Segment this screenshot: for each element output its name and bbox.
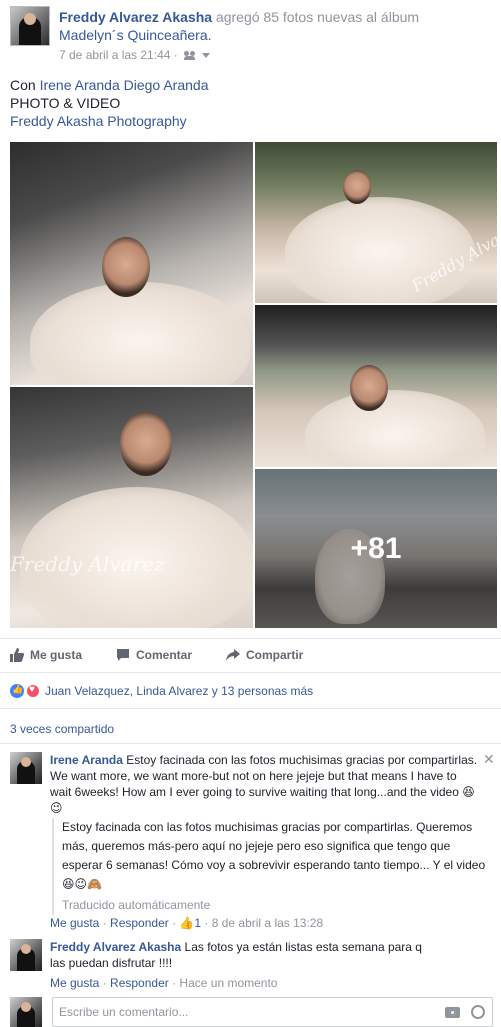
translation-emoji: 😆😉🙈	[62, 877, 102, 891]
smiley-icon[interactable]	[471, 1005, 485, 1019]
comment-reply-link[interactable]: Responder	[110, 976, 169, 990]
viewer-avatar	[10, 997, 42, 1027]
translation-text: Estoy facinada con las fotos muchisimas …	[62, 820, 486, 872]
post-meta: 7 de abril a las 21:44 ·	[59, 48, 210, 62]
photo-4[interactable]: Freddy Alvarez	[10, 387, 253, 628]
photo-2[interactable]: Freddy Alvarez	[255, 142, 497, 303]
people-icon	[183, 50, 196, 60]
share-label: Compartir	[246, 648, 304, 662]
comment-like-link[interactable]: Me gusta	[50, 976, 99, 990]
translated-label[interactable]: Traducido automáticamente	[62, 896, 488, 915]
post-line-2: PHOTO & VIDEO	[10, 95, 121, 111]
comment-composer[interactable]	[52, 997, 493, 1027]
shares-count[interactable]: 3 veces compartido	[10, 722, 114, 736]
share-icon	[226, 649, 240, 661]
post-action-text: agregó 85 fotos nuevas al álbum	[215, 9, 420, 25]
camera-icon[interactable]	[445, 1007, 460, 1018]
comment-meta: Me gusta · Responder · Hace un momento	[50, 976, 278, 990]
comment-text: Irene Aranda Estoy facinada con las foto…	[50, 752, 480, 816]
share-button[interactable]: Compartir	[226, 648, 303, 662]
reactions-text[interactable]: Juan Velazquez, Linda Alvarez y 13 perso…	[45, 684, 313, 698]
photo-5[interactable]: +81	[255, 469, 497, 628]
post-text: Con Irene Aranda Diego Aranda PHOTO & VI…	[10, 76, 208, 130]
like-button[interactable]: Me gusta	[10, 648, 82, 662]
like-icon	[10, 648, 24, 662]
comment-reply-link[interactable]: Responder	[110, 916, 169, 930]
divider	[0, 672, 501, 673]
comment-author[interactable]: Irene Aranda	[50, 753, 123, 767]
comment-input[interactable]	[59, 1004, 419, 1020]
close-icon[interactable]: ✕	[483, 751, 495, 768]
comment-text: Freddy Alvarez Akasha Las fotos ya están…	[50, 939, 430, 971]
more-photos-count: +81	[350, 531, 402, 565]
comment-meta: Me gusta · Responder · 👍1 · 8 de abril a…	[50, 916, 324, 930]
post-header: Freddy Alvarez Akasha agregó 85 fotos nu…	[0, 0, 501, 70]
love-reaction-icon	[26, 684, 40, 698]
divider	[0, 708, 501, 709]
divider	[0, 638, 501, 639]
chevron-down-icon[interactable]	[201, 52, 210, 58]
comment-label: Comentar	[136, 648, 193, 662]
author-avatar[interactable]	[10, 6, 50, 46]
comment-time[interactable]: Hace un momento	[179, 976, 277, 990]
like-label: Me gusta	[30, 648, 83, 662]
divider	[0, 743, 501, 744]
comment-icon	[117, 649, 129, 661]
tagged-people[interactable]: Irene Aranda Diego Aranda	[40, 77, 209, 93]
photo-1[interactable]	[10, 142, 253, 385]
like-reaction-icon	[10, 684, 24, 698]
post-timestamp[interactable]: 7 de abril a las 21:44 ·	[59, 48, 178, 62]
comment-like-link[interactable]: Me gusta	[50, 916, 99, 930]
action-bar: Me gusta Comentar Compartir	[0, 642, 501, 672]
thumb-icon: 👍	[179, 916, 195, 930]
comment-time[interactable]: 8 de abril a las 13:28	[212, 916, 323, 930]
more-photos-overlay[interactable]: +81	[255, 469, 497, 628]
page-link[interactable]: Freddy Akasha Photography	[10, 112, 208, 130]
comment-like-count[interactable]: 👍1	[179, 916, 201, 930]
comment-button[interactable]: Comentar	[116, 648, 192, 662]
with-prefix: Con	[10, 77, 36, 93]
commenter-avatar[interactable]	[10, 939, 42, 971]
post-header-line: Freddy Alvarez Akasha agregó 85 fotos nu…	[59, 9, 419, 25]
author-name[interactable]: Freddy Alvarez Akasha	[59, 9, 212, 25]
comment-author[interactable]: Freddy Alvarez Akasha	[50, 940, 181, 954]
commenter-avatar[interactable]	[10, 752, 42, 784]
reactions-summary[interactable]: Juan Velazquez, Linda Alvarez y 13 perso…	[10, 684, 313, 698]
photo-3[interactable]	[255, 305, 497, 467]
translated-comment: Estoy facinada con las fotos muchisimas …	[52, 818, 488, 915]
album-link[interactable]: Madelyn´s Quinceañera.	[59, 27, 212, 43]
comment-like-number: 1	[194, 916, 202, 930]
